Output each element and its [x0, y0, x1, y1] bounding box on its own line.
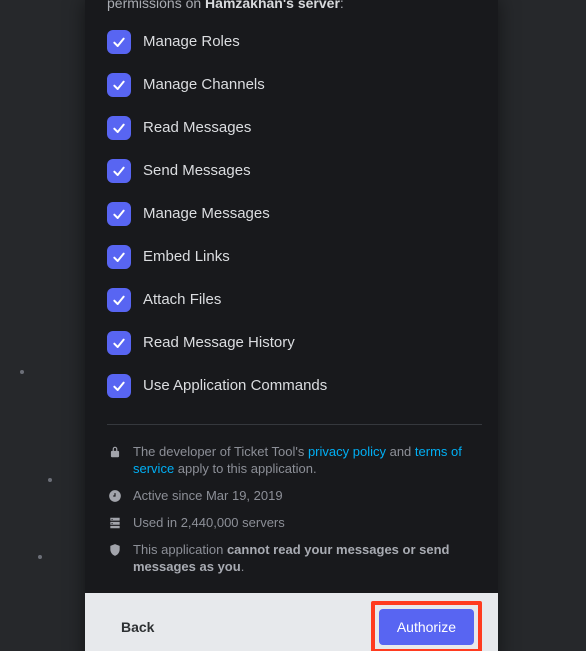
permission-label: Use Application Commands [143, 377, 327, 395]
check-icon [111, 335, 127, 351]
check-icon [111, 249, 127, 265]
permission-label: Send Messages [143, 162, 251, 180]
back-button[interactable]: Back [111, 611, 164, 643]
authorize-highlight: Authorize [371, 601, 482, 651]
bg-dot [48, 478, 52, 482]
lock-icon [107, 444, 123, 460]
permissions-intro: permissions on Hamzakhan's server: [107, 0, 482, 12]
bg-dot [20, 370, 24, 374]
permission-checkbox[interactable] [107, 73, 131, 97]
server-name: Hamzakhan's server [205, 0, 340, 11]
info-block: The developer of Ticket Tool's privacy p… [107, 443, 482, 575]
check-icon [111, 77, 127, 93]
permission-checkbox[interactable] [107, 245, 131, 269]
intro-prefix: permissions on [107, 0, 205, 11]
permission-label: Manage Messages [143, 205, 270, 223]
permission-row: Attach Files [107, 288, 482, 312]
permission-row: Read Messages [107, 116, 482, 140]
shield-icon [107, 542, 123, 558]
permission-checkbox[interactable] [107, 116, 131, 140]
bg-dot [38, 555, 42, 559]
check-icon [111, 34, 127, 50]
info-row-developer: The developer of Ticket Tool's privacy p… [107, 443, 482, 477]
intro-suffix: : [340, 0, 344, 11]
check-icon [111, 163, 127, 179]
permission-row: Manage Channels [107, 73, 482, 97]
info-row-used: Used in 2,440,000 servers [107, 514, 482, 531]
permission-row: Use Application Commands [107, 374, 482, 398]
permission-checkbox[interactable] [107, 331, 131, 355]
privacy-policy-link[interactable]: privacy policy [308, 444, 386, 459]
permission-checkbox[interactable] [107, 30, 131, 54]
permission-checkbox[interactable] [107, 202, 131, 226]
info-row-active: Active since Mar 19, 2019 [107, 487, 482, 504]
permission-checkbox[interactable] [107, 288, 131, 312]
check-icon [111, 378, 127, 394]
permission-label: Manage Roles [143, 33, 240, 51]
oauth-dialog: permissions on Hamzakhan's server: Manag… [85, 0, 498, 651]
info-active-text: Active since Mar 19, 2019 [133, 487, 283, 504]
servers-icon [107, 515, 123, 531]
permission-row: Manage Messages [107, 202, 482, 226]
check-icon [111, 292, 127, 308]
permission-checkbox[interactable] [107, 374, 131, 398]
check-icon [111, 206, 127, 222]
dialog-footer: Back Authorize [85, 593, 498, 651]
permission-row: Send Messages [107, 159, 482, 183]
divider [107, 424, 482, 425]
clock-icon [107, 488, 123, 504]
info-developer-text: The developer of Ticket Tool's privacy p… [133, 443, 482, 477]
permissions-list: Manage Roles Manage Channels Read Messages… [107, 30, 482, 398]
permission-label: Manage Channels [143, 76, 265, 94]
info-used-text: Used in 2,440,000 servers [133, 514, 285, 531]
permission-row: Embed Links [107, 245, 482, 269]
permission-checkbox[interactable] [107, 159, 131, 183]
permission-label: Read Messages [143, 119, 251, 137]
check-icon [111, 120, 127, 136]
authorize-button[interactable]: Authorize [379, 609, 474, 645]
permission-label: Read Message History [143, 334, 295, 352]
info-shield-text: This application cannot read your messag… [133, 541, 482, 575]
permission-row: Manage Roles [107, 30, 482, 54]
permission-row: Read Message History [107, 331, 482, 355]
permission-label: Embed Links [143, 248, 230, 266]
info-row-shield: This application cannot read your messag… [107, 541, 482, 575]
permission-label: Attach Files [143, 291, 221, 309]
